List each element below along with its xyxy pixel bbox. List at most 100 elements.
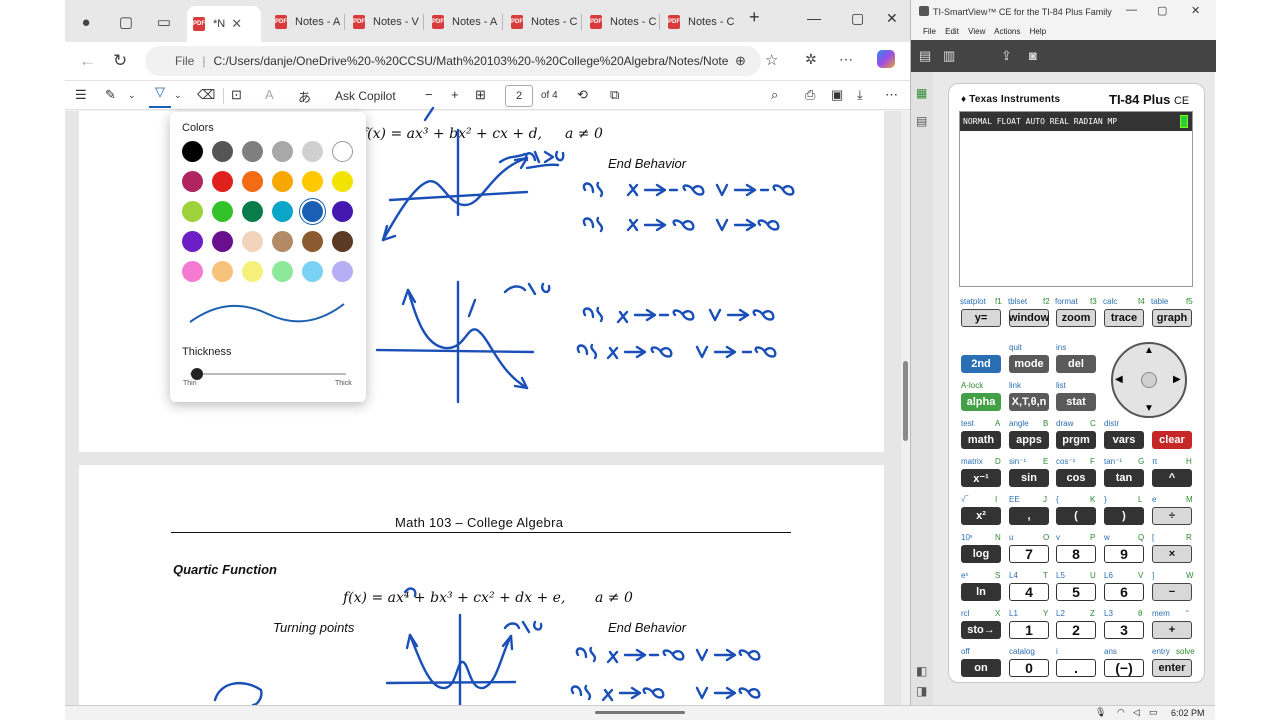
tab-notes-3[interactable]: PDF Notes - A <box>426 8 503 36</box>
translate-icon[interactable]: あ <box>298 87 311 106</box>
calculator-screen[interactable]: NORMAL FLOAT AUTO REAL RADIAN MP <box>959 111 1193 287</box>
key-mul[interactable]: × <box>1152 545 1192 563</box>
close-tab-icon[interactable]: ✕ <box>231 16 242 32</box>
key-k8[interactable]: 8 <box>1056 545 1096 563</box>
camera-icon[interactable]: ◙ <box>1029 48 1037 63</box>
search-icon[interactable]: ⌕ <box>771 87 778 103</box>
key-sto[interactable]: sto→ <box>961 621 1001 639</box>
color-swatch[interactable] <box>302 141 323 162</box>
key-cos[interactable]: cos <box>1056 469 1096 487</box>
read-aloud-icon[interactable]: A <box>265 87 274 102</box>
color-swatch[interactable] <box>242 201 263 222</box>
color-swatch[interactable] <box>182 261 203 282</box>
color-swatch[interactable] <box>242 261 263 282</box>
key-sin[interactable]: sin <box>1009 469 1049 487</box>
key-neg[interactable]: (−) <box>1104 659 1144 677</box>
collapse-icon[interactable]: ◨ <box>916 684 927 698</box>
ask-copilot-button[interactable]: Ask Copilot <box>335 89 396 103</box>
close-window-icon[interactable]: ✕ <box>1191 4 1200 17</box>
refresh-icon[interactable]: ↻ <box>113 51 127 71</box>
color-swatch[interactable] <box>182 231 203 252</box>
arrow-down-icon[interactable]: ▼ <box>1144 403 1154 414</box>
key-y-equals[interactable]: y= <box>961 309 1001 327</box>
key-mode[interactable]: mode <box>1009 355 1049 373</box>
taskbar-handle[interactable] <box>595 711 685 714</box>
key-2nd[interactable]: 2nd <box>961 355 1001 373</box>
key-k5[interactable]: 5 <box>1056 583 1096 601</box>
menu-file[interactable]: File <box>923 27 936 36</box>
color-swatch[interactable] <box>272 171 293 192</box>
battery-icon[interactable]: ▭ <box>1149 707 1158 718</box>
zoom-page-icon[interactable]: ⊕ <box>735 53 746 69</box>
close-window-icon[interactable]: ✕ <box>886 10 898 27</box>
key-on[interactable]: on <box>961 659 1001 677</box>
key-xton[interactable]: X,T,θ,n <box>1009 393 1049 411</box>
key-sq[interactable]: x² <box>961 507 1001 525</box>
draw-pen-icon[interactable]: ▽ <box>149 84 171 108</box>
thickness-slider-track[interactable] <box>190 373 346 375</box>
vertical-scrollbar[interactable] <box>901 111 910 705</box>
key-plus[interactable]: + <box>1152 621 1192 639</box>
new-tab-icon[interactable]: + <box>749 7 760 28</box>
save-icon[interactable]: ▣ <box>831 87 843 103</box>
tab-actions-icon[interactable]: ▭ <box>151 9 177 35</box>
color-swatch[interactable] <box>332 261 353 282</box>
back-icon[interactable]: ← <box>79 51 96 71</box>
chevron-down-icon[interactable]: ⌄ <box>174 90 182 101</box>
tab-notes-1[interactable]: PDF Notes - A <box>269 8 346 36</box>
color-swatch[interactable] <box>182 141 203 162</box>
key-k4[interactable]: 4 <box>1009 583 1049 601</box>
color-swatch[interactable] <box>212 231 233 252</box>
zoom-out-button[interactable]: − <box>425 87 433 102</box>
chevron-down-icon[interactable]: ⌄ <box>128 90 136 101</box>
favorite-star-icon[interactable]: ☆ <box>765 51 778 69</box>
color-swatch[interactable] <box>272 231 293 252</box>
keypad-select-icon[interactable]: ▤ <box>919 48 931 64</box>
color-swatch[interactable] <box>212 171 233 192</box>
print-icon[interactable]: ⎙ <box>805 87 815 103</box>
tab-notes-6[interactable]: PDF Notes - C <box>662 8 740 36</box>
key-k0[interactable]: 0 <box>1009 659 1049 677</box>
color-swatch[interactable] <box>302 231 323 252</box>
contents-icon[interactable]: ☰ <box>75 87 87 103</box>
tab-notes-2[interactable]: PDF Notes - V <box>347 8 425 36</box>
key-alpha[interactable]: alpha <box>961 393 1001 411</box>
key-k6[interactable]: 6 <box>1104 583 1144 601</box>
key-prgm[interactable]: prgm <box>1056 431 1096 449</box>
key-trace[interactable]: trace <box>1104 309 1144 327</box>
color-swatch[interactable] <box>212 261 233 282</box>
wifi-icon[interactable]: ◠ <box>1117 707 1125 718</box>
color-swatch[interactable] <box>242 171 263 192</box>
highlight-icon[interactable]: ✎ <box>105 87 116 103</box>
key-zoom[interactable]: zoom <box>1056 309 1096 327</box>
color-swatch[interactable] <box>242 141 263 162</box>
menu-view[interactable]: View <box>968 27 985 36</box>
menu-edit[interactable]: Edit <box>945 27 959 36</box>
maximize-icon[interactable]: ▢ <box>1157 4 1167 17</box>
tab-notes-4[interactable]: PDF Notes - C <box>505 8 583 36</box>
clock-time[interactable]: 6:02 PM <box>1171 708 1205 718</box>
key-apps[interactable]: apps <box>1009 431 1049 449</box>
color-swatch[interactable] <box>212 141 233 162</box>
color-swatch[interactable] <box>332 231 353 252</box>
rotate-icon[interactable]: ⟲ <box>577 87 588 103</box>
page-view-icon[interactable]: ⧉ <box>610 87 619 103</box>
maximize-icon[interactable]: ▢ <box>851 10 864 27</box>
color-swatch[interactable] <box>332 141 353 162</box>
profile-icon[interactable]: ● <box>73 9 99 35</box>
key-vars[interactable]: vars <box>1104 431 1144 449</box>
save-as-icon[interactable]: ⤓ <box>857 87 863 103</box>
arrow-right-icon[interactable]: ▶ <box>1173 374 1181 385</box>
minimize-icon[interactable]: — <box>807 10 821 26</box>
key-dot[interactable]: . <box>1056 659 1096 677</box>
arrow-up-icon[interactable]: ▲ <box>1144 345 1154 356</box>
page-number-input[interactable]: 2 <box>505 85 533 107</box>
color-swatch[interactable] <box>302 201 323 222</box>
microphone-icon[interactable]: 🎙 <box>1095 707 1106 718</box>
expand-icon[interactable]: ◧ <box>916 664 927 678</box>
key-k1[interactable]: 1 <box>1009 621 1049 639</box>
color-swatch[interactable] <box>272 141 293 162</box>
color-swatch[interactable] <box>302 171 323 192</box>
color-swatch[interactable] <box>332 171 353 192</box>
key-comma[interactable]: , <box>1009 507 1049 525</box>
